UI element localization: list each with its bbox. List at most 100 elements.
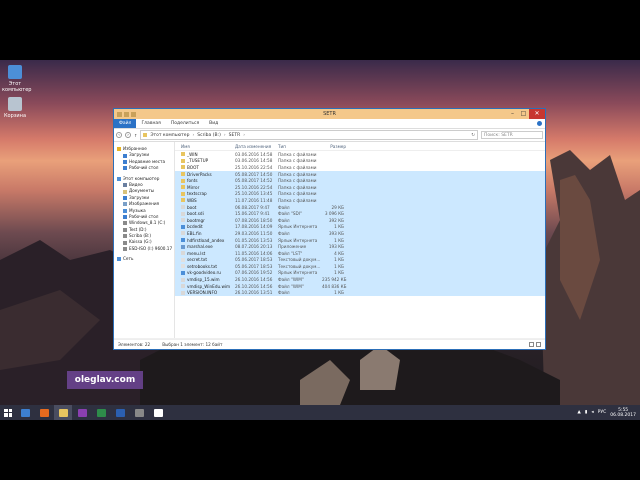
file-date: 11.07.2016 11:48 bbox=[235, 197, 273, 203]
file-row[interactable]: boot.sdi 15.06.2017 9:41 Файл "SDI" 3 096 К… bbox=[175, 210, 545, 217]
breadcrumb-item[interactable]: Этот компьютер bbox=[150, 133, 189, 138]
file-type: Файл "WIM" bbox=[278, 283, 304, 289]
ie-icon bbox=[20, 408, 30, 417]
breadcrumb-item[interactable]: SETR bbox=[229, 133, 241, 138]
desktop-icon-recycle[interactable]: Корзина bbox=[2, 97, 28, 119]
clock[interactable]: 5:55 06.08.2017 bbox=[610, 408, 636, 418]
file-row[interactable]: _TUSETUP 03.06.2016 14:58 Папка с файлами bbox=[175, 158, 545, 165]
file-row[interactable]: vmdisp_WinEdu.wim 26.10.2016 14:56 Файл "W… bbox=[175, 282, 545, 290]
folder-icon bbox=[181, 191, 185, 196]
taskbar-app[interactable] bbox=[92, 405, 110, 420]
file-row[interactable]: fonts 05.08.2017 14:52 Папка с файлами bbox=[175, 177, 545, 184]
file-row[interactable]: vk-goodvideo.ru 07.06.2016 19:52 Ярлык Инт… bbox=[175, 269, 545, 277]
file-type: Папка с файлами bbox=[278, 197, 317, 203]
file-row[interactable]: _WIN 03.06.2016 14:58 Папка с файлами bbox=[175, 151, 545, 158]
file-row[interactable]: bootmgr 07.08.2016 18:50 Файл 392 КБ bbox=[175, 216, 545, 224]
tab-share[interactable]: Поделиться bbox=[166, 121, 204, 126]
file-type: Файл bbox=[278, 217, 290, 223]
file-row[interactable]: WBS 11.07.2016 11:48 Папка с файлами bbox=[175, 197, 545, 204]
column-size[interactable]: Размер bbox=[322, 144, 346, 149]
column-name[interactable]: Имя bbox=[175, 144, 235, 149]
taskbar-app[interactable] bbox=[149, 405, 167, 420]
file-type: Файл "SDI" bbox=[278, 211, 302, 217]
clock-date: 06.08.2017 bbox=[610, 412, 636, 418]
file-row[interactable]: bcdedit 17.08.2016 14:09 Ярлык Интернета 1 … bbox=[175, 223, 545, 231]
details-view-icon[interactable] bbox=[529, 342, 534, 347]
column-type[interactable]: Тип bbox=[278, 144, 322, 149]
file-row[interactable]: BOOT 25.10.2016 22:54 Папка с файлами bbox=[175, 164, 545, 171]
title-bar[interactable]: SETR – □ ✕ bbox=[114, 109, 545, 119]
nav-item[interactable]: Рабочий стол bbox=[114, 165, 174, 171]
status-selected: Выбран 1 элемент: 12 байт bbox=[162, 342, 223, 347]
breadcrumb-separator: › bbox=[223, 132, 226, 138]
file-row[interactable]: DriverPacks 05.08.2017 14:50 Папка с файла… bbox=[175, 170, 545, 178]
file-row[interactable]: VERSION.INFO 26.10.2016 13:51 Файл 1 КБ bbox=[175, 289, 545, 297]
file-date: 07.08.2016 18:50 bbox=[235, 217, 273, 223]
file-row[interactable]: textscrap 25.10.2016 13:45 Папка с файлами bbox=[175, 190, 545, 198]
file-row[interactable]: menu.lst 11.05.2016 14:06 Файл "LST" 4 КБ bbox=[175, 249, 545, 257]
taskbar-app[interactable] bbox=[130, 405, 148, 420]
file-row[interactable]: EBL.fin 29.03.2016 11:50 Файл 393 КБ bbox=[175, 230, 545, 237]
back-button[interactable]: ‹ bbox=[116, 132, 122, 138]
file-row[interactable]: setrobooks.txt 05.06.2017 18:53 Текстовый … bbox=[175, 263, 545, 270]
file-row[interactable]: boot 06.08.2017 9:47 Файл 29 КБ bbox=[175, 203, 545, 211]
up-arrow-icon[interactable]: ↑ bbox=[134, 133, 137, 138]
large-icons-view-icon[interactable] bbox=[536, 342, 541, 347]
file-name-cell: bootmgr bbox=[175, 218, 235, 223]
forward-button[interactable]: › bbox=[125, 132, 131, 138]
file-name: hdfirstload_andex bbox=[187, 237, 225, 243]
file-name: BOOT bbox=[187, 164, 199, 170]
file-row[interactable]: secret.txt 05.06.2017 18:53 Текстовый доку… bbox=[175, 256, 545, 264]
file-row[interactable]: Mirror 25.10.2016 22:54 Папка с файлами bbox=[175, 183, 545, 191]
file-date: 25.10.2016 22:54 bbox=[235, 164, 273, 170]
desktop-icon-label: Этот компьютер bbox=[2, 81, 32, 93]
taskbar-app[interactable] bbox=[111, 405, 129, 420]
file-icon bbox=[181, 211, 185, 216]
desktop-icon-label: Корзина bbox=[3, 113, 27, 119]
taskbar-app[interactable] bbox=[35, 405, 53, 420]
taskbar-app[interactable] bbox=[16, 405, 34, 420]
pictures-icon bbox=[123, 202, 127, 207]
tab-home[interactable]: Главная bbox=[136, 121, 165, 126]
volume-icon[interactable]: ◂ bbox=[591, 410, 593, 415]
nav-item-label: Рабочий стол bbox=[129, 165, 159, 171]
file-date: 06.08.2017 9:47 bbox=[235, 204, 270, 210]
file-name-cell: textscrap bbox=[175, 191, 235, 196]
explorer-window[interactable]: SETR – □ ✕ Файл Главная Поделиться Вид ‹… bbox=[113, 108, 546, 350]
file-row[interactable]: marshal.exe 08.07.2016 20:13 Приложение 193… bbox=[175, 243, 545, 250]
taskbar-app[interactable] bbox=[54, 405, 72, 420]
network-icon[interactable]: ▮ bbox=[585, 410, 587, 415]
file-row[interactable]: vmdisp_15.wim 26.10.2016 14:56 Файл "WIM" 2… bbox=[175, 276, 545, 283]
folder-icon bbox=[181, 198, 185, 203]
file-type: Файл "LST" bbox=[278, 250, 303, 256]
column-headers: Имя Дата изменения Тип Размер bbox=[175, 142, 545, 151]
refresh-icon[interactable]: ↻ bbox=[471, 133, 475, 138]
column-date[interactable]: Дата изменения bbox=[235, 144, 278, 149]
help-icon[interactable] bbox=[537, 121, 542, 126]
file-name: boot.sdi bbox=[187, 211, 204, 217]
breadcrumb-item[interactable]: Scriba (B:) bbox=[197, 133, 221, 138]
file-row[interactable]: hdfirstload_andex 01.05.2016 13:53 Ярлык И… bbox=[175, 236, 545, 244]
file-type: Ярлык Интернета bbox=[278, 224, 318, 230]
file-type: Файл "WIM" bbox=[278, 277, 304, 283]
file-size: 3 096 КБ bbox=[324, 211, 344, 217]
file-name-cell: EBL.fin bbox=[175, 231, 235, 236]
system-tray: ▲ ▮ ◂ РУС 5:55 06.08.2017 bbox=[577, 408, 640, 418]
tab-view[interactable]: Вид bbox=[204, 121, 223, 126]
language-indicator[interactable]: РУС bbox=[598, 410, 607, 415]
nav-item[interactable]: Сеть bbox=[114, 256, 174, 262]
tray-arrow-icon[interactable]: ▲ bbox=[577, 410, 580, 415]
tab-file[interactable]: Файл bbox=[114, 119, 137, 128]
breadcrumb[interactable]: Этот компьютер › Scriba (B:) › SETR › ↻ bbox=[140, 130, 478, 140]
app2-icon bbox=[153, 408, 163, 417]
search-input[interactable]: Поиск: SETR bbox=[481, 131, 543, 139]
file-name: Mirror bbox=[187, 184, 200, 190]
file-name-cell: bcdedit bbox=[175, 224, 235, 229]
desktop-icon-computer[interactable]: Этот компьютер bbox=[2, 65, 32, 93]
nav-item[interactable]: ESD-ISO (I:) 9600.17 bbox=[114, 246, 174, 252]
excel-icon bbox=[96, 408, 106, 417]
taskbar-app[interactable] bbox=[73, 405, 91, 420]
dvd-icon bbox=[123, 247, 127, 252]
file-name-cell: DriverPacks bbox=[175, 172, 235, 177]
start-button[interactable] bbox=[0, 405, 16, 420]
